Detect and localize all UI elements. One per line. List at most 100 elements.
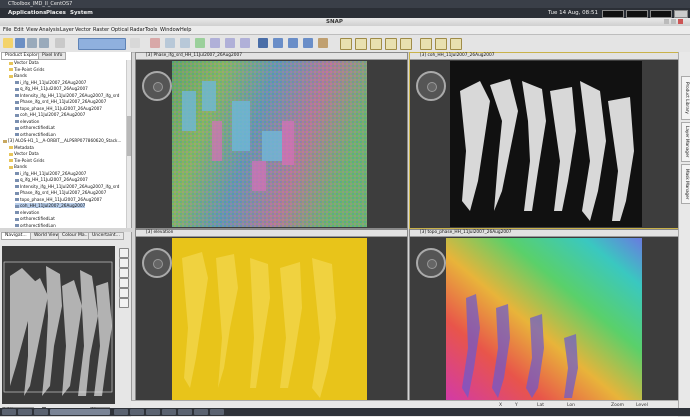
zoom-tool-icon[interactable] xyxy=(130,38,140,48)
minimize-icon[interactable] xyxy=(664,19,669,24)
tree-band[interactable]: topo_phase_HH_11Jul2007_26Aug2007 xyxy=(15,106,102,111)
view-coherence[interactable]: [3] coh_HH_11Jul2007_26Aug2007 xyxy=(409,52,680,229)
zoom-pixel-icon[interactable] xyxy=(119,268,129,278)
view-elevation[interactable]: [3] elevation xyxy=(135,229,408,403)
cpu-monitor-icon[interactable] xyxy=(602,10,624,18)
coherence-image[interactable] xyxy=(450,61,642,227)
taskbar-item[interactable] xyxy=(146,409,160,415)
tree-folder[interactable]: Tie-Point Grids xyxy=(9,158,44,163)
os-menu-applications[interactable]: Applications xyxy=(8,10,46,16)
sync-cursor-icon[interactable] xyxy=(258,38,268,48)
tree-band[interactable]: q_ifg_HH_11Jul2007_26Aug2007 xyxy=(15,86,88,91)
zoom-out-icon[interactable] xyxy=(119,258,129,268)
tab-mask-manager[interactable]: Mask Manager xyxy=(681,164,690,204)
tree-band[interactable]: orthorectifiedLat xyxy=(15,216,55,221)
menu-view[interactable]: View xyxy=(26,27,38,33)
tree-band[interactable]: orthorectifiedLon xyxy=(15,132,56,137)
taskbar-item[interactable] xyxy=(178,409,192,415)
ellipse-tool-icon[interactable] xyxy=(240,38,250,48)
menu-layer[interactable]: Layer xyxy=(60,27,74,33)
tree-folder[interactable]: Vector Data xyxy=(9,60,39,65)
undo-icon[interactable] xyxy=(27,38,37,48)
tab-navigation[interactable]: Navigat... xyxy=(1,232,31,240)
taskbar-item[interactable] xyxy=(210,409,224,415)
layout-icon-8[interactable] xyxy=(450,38,462,50)
tree-band[interactable]: Intensity_ifg_HH_11Jul2007_26Aug2007_ifg… xyxy=(15,184,119,189)
taskbar-item[interactable] xyxy=(162,409,176,415)
tab-product-library[interactable]: Product Library xyxy=(681,76,690,120)
menu-tools[interactable]: Tools xyxy=(145,27,157,33)
os-clock[interactable]: Tue 14 Aug, 08:51 xyxy=(548,10,598,16)
view-tab-coherence[interactable]: [3] coh_HH_11Jul2007_26Aug2007 xyxy=(410,53,679,60)
tree-band[interactable]: orthorectifiedLon xyxy=(15,223,56,228)
sync-cursor-nav-icon[interactable] xyxy=(119,298,129,308)
tree-folder[interactable]: Bands xyxy=(9,164,27,169)
taskbar-item[interactable] xyxy=(34,409,48,415)
os-menu-places[interactable]: Places xyxy=(46,10,66,16)
menu-optical[interactable]: Optical xyxy=(111,27,129,33)
view-phase[interactable]: [3] Phase_ifg_srd_HH_11Jul2007_26Aug2007 xyxy=(135,52,408,229)
taskbar-item-snap[interactable] xyxy=(50,409,110,415)
menu-file[interactable]: File xyxy=(3,27,11,33)
zoom-in-icon[interactable] xyxy=(119,248,129,258)
volume-icon[interactable] xyxy=(674,10,688,18)
save-product-icon[interactable] xyxy=(15,38,25,48)
redo-icon[interactable] xyxy=(39,38,49,48)
tree-product[interactable]: [3] ALOS-H1_1__A-ORBIT__ALPSRP077860620_… xyxy=(3,138,121,143)
menu-analysis[interactable]: Analysis xyxy=(39,27,60,33)
close-icon[interactable] xyxy=(678,19,683,24)
polygon-tool-icon[interactable] xyxy=(165,38,175,48)
layout-icon-1[interactable] xyxy=(340,38,352,50)
taskbar-item[interactable] xyxy=(2,409,16,415)
zoom-all-icon[interactable] xyxy=(119,278,129,288)
range-finder-icon[interactable] xyxy=(180,38,190,48)
tree-band[interactable]: topo_phase_HH_11Jul2007_26Aug2007 xyxy=(15,197,102,202)
tree-band[interactable]: orthorectifiedLat xyxy=(15,125,55,130)
layout-icon-5[interactable] xyxy=(400,38,412,50)
view-tab-elevation[interactable]: [3] elevation xyxy=(136,230,407,237)
line-tool-icon[interactable] xyxy=(210,38,220,48)
tree-band[interactable]: Intensity_ifg_HH_11Jul2007_26Aug2007_ifg… xyxy=(15,93,119,98)
topo-phase-image[interactable] xyxy=(446,238,642,401)
tree-band[interactable]: elevation xyxy=(15,119,39,124)
view-tab-phase[interactable]: [3] Phase_ifg_srd_HH_11Jul2007_26Aug2007 xyxy=(136,53,407,60)
tile-views-icon[interactable] xyxy=(288,38,298,48)
elevation-image[interactable] xyxy=(172,238,367,401)
tab-pixel-info[interactable]: Pixel Info xyxy=(38,52,67,60)
tree-band[interactable]: coh_HH_11Jul2007_26Aug2007 xyxy=(15,112,85,117)
tree-scrollbar[interactable] xyxy=(126,60,131,228)
compass-icon[interactable] xyxy=(142,71,172,101)
menu-help[interactable]: Help xyxy=(180,27,191,33)
layout-icon-2[interactable] xyxy=(355,38,367,50)
active-tool-group[interactable] xyxy=(78,38,126,50)
taskbar-item[interactable] xyxy=(194,409,208,415)
menu-vector[interactable]: Vector xyxy=(75,27,91,33)
open-product-icon[interactable] xyxy=(3,38,13,48)
band-maths-icon[interactable] xyxy=(55,38,65,48)
layout-icon-7[interactable] xyxy=(435,38,447,50)
phase-image[interactable] xyxy=(172,61,367,227)
compass-icon[interactable] xyxy=(142,248,172,278)
tab-uncertainty[interactable]: Uncertaint... xyxy=(88,232,124,240)
layout-icon-4[interactable] xyxy=(385,38,397,50)
tree-band[interactable]: i_ifg_HH_11Jul2007_26Aug2007 xyxy=(15,80,86,85)
tree-folder[interactable]: Tie-Point Grids xyxy=(9,67,44,72)
sync-nav-icon[interactable] xyxy=(119,288,129,298)
menu-edit[interactable]: Edit xyxy=(14,27,24,33)
world-map-icon[interactable] xyxy=(318,38,328,48)
memory-monitor-icon[interactable] xyxy=(626,10,648,18)
maximize-icon[interactable] xyxy=(671,19,676,24)
navigation-thumbnail[interactable] xyxy=(2,246,115,404)
compass-icon[interactable] xyxy=(416,71,446,101)
tree-band[interactable]: i_ifg_HH_11Jul2007_26Aug2007 xyxy=(15,171,86,176)
taskbar-item[interactable] xyxy=(130,409,144,415)
tree-band[interactable]: Phase_ifg_srd_HH_11Jul2007_26Aug2007 xyxy=(15,99,106,104)
layout-icon-6[interactable] xyxy=(420,38,432,50)
tree-folder[interactable]: Bands xyxy=(9,73,27,78)
tree-band[interactable]: elevation xyxy=(15,210,39,215)
menu-raster[interactable]: Raster xyxy=(93,27,109,33)
network-monitor-icon[interactable] xyxy=(650,10,672,18)
menu-radar[interactable]: Radar xyxy=(130,27,145,33)
sync-views-icon[interactable] xyxy=(273,38,283,48)
menu-window[interactable]: Window xyxy=(160,27,180,33)
